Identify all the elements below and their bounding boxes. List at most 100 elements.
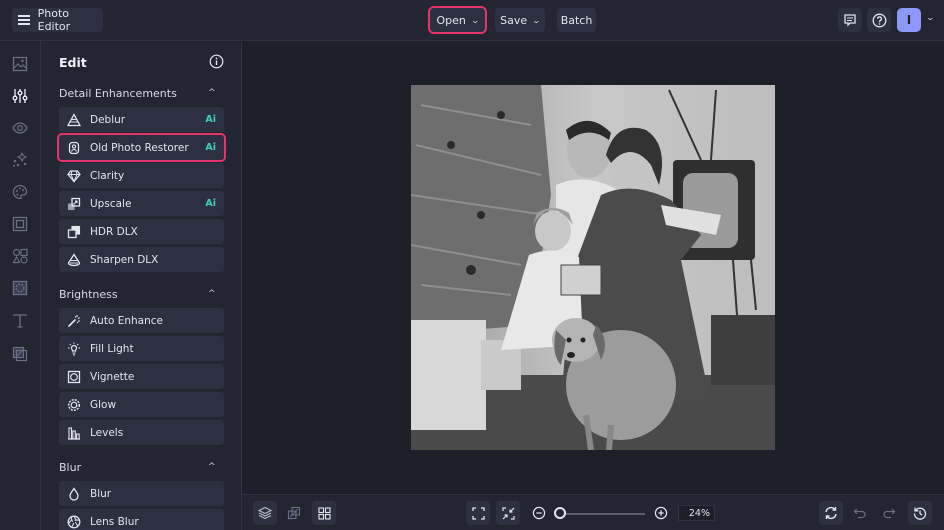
tool-label: Auto Enhance [90, 314, 163, 327]
avatar[interactable]: I [897, 8, 921, 32]
zoom-level-input[interactable]: 24% [678, 505, 715, 521]
ai-badge: Ai [205, 114, 216, 125]
sparkle-icon [13, 152, 28, 167]
help-icon [872, 13, 886, 27]
aperture-icon [67, 515, 81, 529]
ai-badge: Ai [205, 142, 216, 153]
tool-label: Glow [90, 398, 117, 411]
comment-icon [844, 14, 856, 27]
rail-item-image[interactable] [11, 55, 29, 73]
tool-deblur[interactable]: Deblur Ai [59, 107, 224, 132]
undo-button[interactable] [848, 501, 872, 525]
section-detail-enhancements[interactable]: Detail Enhancements [59, 87, 177, 100]
palette-icon [12, 184, 28, 200]
rail-item-text[interactable] [11, 312, 29, 330]
grid-button[interactable] [312, 501, 336, 525]
levels-icon [67, 426, 81, 440]
fullscreen-icon [471, 506, 485, 520]
tool-rail [0, 41, 41, 530]
hdr-icon [67, 225, 81, 239]
tool-sharpen-dlx[interactable]: Sharpen DLX [59, 247, 224, 272]
batch-button[interactable]: Batch [557, 8, 596, 32]
chevron-down-icon: ⌄ [470, 15, 480, 25]
chevron-up-icon[interactable]: ^ [208, 88, 216, 98]
tool-label: Fill Light [90, 342, 134, 355]
open-label: Open [436, 13, 466, 27]
redo-button[interactable] [877, 501, 901, 525]
zoom-slider-track[interactable] [560, 513, 645, 515]
ai-badge: Ai [205, 198, 216, 209]
tool-glow[interactable]: Glow [59, 392, 224, 417]
sharpen-icon [67, 252, 81, 267]
rail-item-textures[interactable] [11, 279, 29, 297]
rail-item-effects[interactable] [11, 151, 29, 169]
refresh-icon [825, 506, 837, 520]
info-icon [209, 54, 224, 69]
app-menu-button[interactable]: Photo Editor [12, 7, 103, 33]
hamburger-icon [18, 15, 30, 25]
tool-fill-light[interactable]: Fill Light [59, 336, 224, 361]
sliders-icon [12, 89, 28, 103]
tool-clarity[interactable]: Clarity [59, 163, 224, 188]
rail-item-frames[interactable] [11, 215, 29, 233]
tool-label: Old Photo Restorer [90, 141, 189, 154]
magic-wand-icon [67, 314, 81, 328]
chevron-up-icon[interactable]: ^ [208, 289, 216, 299]
shapes-icon [12, 248, 28, 264]
info-button[interactable] [209, 54, 224, 69]
frame-icon [12, 216, 28, 232]
section-brightness[interactable]: Brightness [59, 288, 118, 301]
tool-auto-enhance[interactable]: Auto Enhance [59, 308, 224, 333]
panel-title: Edit [59, 55, 87, 70]
overlay-icon [12, 346, 28, 362]
rail-item-adjust[interactable] [11, 87, 29, 105]
feedback-button[interactable] [838, 8, 862, 32]
rail-item-eye[interactable] [11, 119, 29, 137]
zoom-out-button[interactable] [527, 501, 551, 525]
tool-label: Blur [90, 487, 112, 500]
tool-blur[interactable]: Blur [59, 481, 224, 506]
glow-icon [67, 398, 81, 412]
tool-label: Vignette [90, 370, 135, 383]
open-button[interactable]: Open ⌄ [428, 6, 487, 34]
compare-button[interactable] [282, 501, 306, 525]
app-title: Photo Editor [37, 7, 71, 33]
help-button[interactable] [867, 8, 891, 32]
texture-icon [12, 280, 28, 296]
zoom-out-icon [532, 506, 546, 520]
history-button[interactable] [908, 501, 932, 525]
tool-hdr-dlx[interactable]: HDR DLX [59, 219, 224, 244]
save-label: Save [500, 13, 528, 27]
tool-vignette[interactable]: Vignette [59, 364, 224, 389]
canvas-area [242, 41, 944, 494]
tool-levels[interactable]: Levels [59, 420, 224, 445]
shrink-icon [501, 506, 515, 520]
zoom-in-button[interactable] [649, 501, 673, 525]
tool-old-photo-restorer[interactable]: Old Photo Restorer Ai [57, 133, 226, 162]
eye-icon [12, 122, 28, 134]
section-blur[interactable]: Blur [59, 461, 81, 474]
tool-upscale[interactable]: Upscale Ai [59, 191, 224, 216]
chevron-down-icon[interactable]: ⌄ [926, 13, 935, 22]
actual-size-button[interactable] [496, 501, 520, 525]
image-icon [12, 56, 28, 72]
chevron-down-icon: ⌄ [531, 15, 542, 25]
layers-button[interactable] [253, 501, 277, 525]
layers-icon [258, 506, 272, 520]
save-button[interactable]: Save ⌄ [495, 8, 545, 32]
top-bar: Photo Editor Open ⌄ Save ⌄ Batch I ⌄ [0, 0, 944, 41]
redo-icon [883, 508, 896, 519]
vignette-icon [67, 370, 81, 384]
rail-item-overlay[interactable] [11, 345, 29, 363]
zoom-slider-thumb[interactable] [554, 507, 566, 519]
tool-lens-blur[interactable]: Lens Blur [59, 509, 224, 530]
photo-canvas[interactable] [411, 85, 775, 450]
chevron-up-icon[interactable]: ^ [208, 462, 216, 472]
rail-item-palette[interactable] [11, 183, 29, 201]
bottom-bar: 24% [242, 494, 944, 530]
rail-item-shapes[interactable] [11, 247, 29, 265]
rotate-button[interactable] [819, 501, 843, 525]
fit-screen-button[interactable] [466, 501, 490, 525]
tool-label: Upscale [90, 197, 132, 210]
tool-label: HDR DLX [90, 225, 138, 238]
